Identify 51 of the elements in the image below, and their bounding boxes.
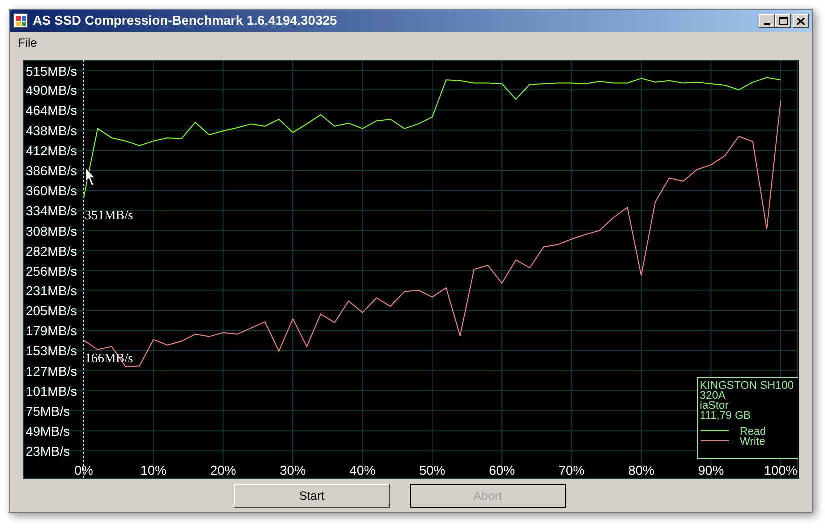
value-annotation: 351MB/s — [84, 208, 134, 223]
close-icon — [797, 18, 805, 24]
x-axis-label: 60% — [489, 463, 516, 478]
y-axis-label: 334MB/s — [26, 204, 78, 219]
legend-label: Write — [740, 436, 766, 448]
legend-line — [700, 430, 730, 432]
x-axis-label: 30% — [280, 463, 306, 478]
y-axis-label: 282MB/s — [26, 244, 78, 259]
window-title: AS SSD Compression-Benchmark 1.6.4194.30325 — [33, 12, 338, 30]
device-info-text: 111,79 GB — [700, 410, 751, 422]
x-axis-label: 20% — [210, 463, 236, 478]
y-axis-label: 515MB/s — [26, 64, 78, 79]
y-axis-label: 231MB/s — [26, 283, 78, 298]
x-axis-label: 70% — [558, 463, 585, 478]
menu-item[interactable]: File — [12, 34, 44, 52]
y-axis-label: 308MB/s — [26, 224, 78, 239]
legend-line — [700, 440, 730, 442]
y-axis-label: 490MB/s — [26, 83, 78, 98]
y-axis-label: 360MB/s — [26, 184, 78, 199]
y-axis-label: 101MB/s — [26, 384, 78, 399]
y-axis-label: 205MB/s — [26, 303, 78, 318]
y-axis-label: 179MB/s — [26, 324, 78, 339]
x-axis-label: 80% — [628, 463, 655, 478]
legend-label: Read — [740, 426, 766, 438]
y-axis-label: 464MB/s — [26, 103, 78, 118]
minimize-button[interactable] — [759, 14, 775, 28]
x-axis-label: 10% — [140, 463, 167, 478]
action-button[interactable]: Start — [234, 484, 390, 508]
x-axis-label: 100% — [764, 463, 798, 478]
x-axis-label: 0% — [74, 463, 94, 478]
app-icon — [13, 13, 29, 29]
close-button[interactable] — [793, 14, 809, 28]
maximize-icon — [778, 17, 788, 25]
device-info-text: iaStor — [700, 400, 729, 412]
maximize-button[interactable] — [775, 14, 791, 28]
y-axis-label: 153MB/s — [26, 344, 78, 359]
y-axis-label: 127MB/s — [26, 364, 78, 379]
mouse-pointer-icon — [86, 166, 96, 187]
x-axis-label: 90% — [698, 463, 724, 478]
y-axis-label: 412MB/s — [26, 143, 78, 158]
y-axis-label: 75MB/s — [26, 404, 70, 419]
y-axis-label: 438MB/s — [26, 123, 78, 138]
x-axis-label: 50% — [419, 463, 446, 478]
y-axis-label: 256MB/s — [26, 264, 78, 280]
x-axis-label: 40% — [350, 463, 376, 478]
device-info-text: 320A — [700, 390, 726, 402]
y-axis-label: 23MB/s — [26, 444, 70, 460]
y-axis-label: 49MB/s — [26, 424, 70, 440]
y-axis-label: 386MB/s — [26, 164, 78, 179]
device-info-text: KINGSTON SH100 — [700, 380, 794, 392]
minimize-icon — [764, 23, 770, 25]
